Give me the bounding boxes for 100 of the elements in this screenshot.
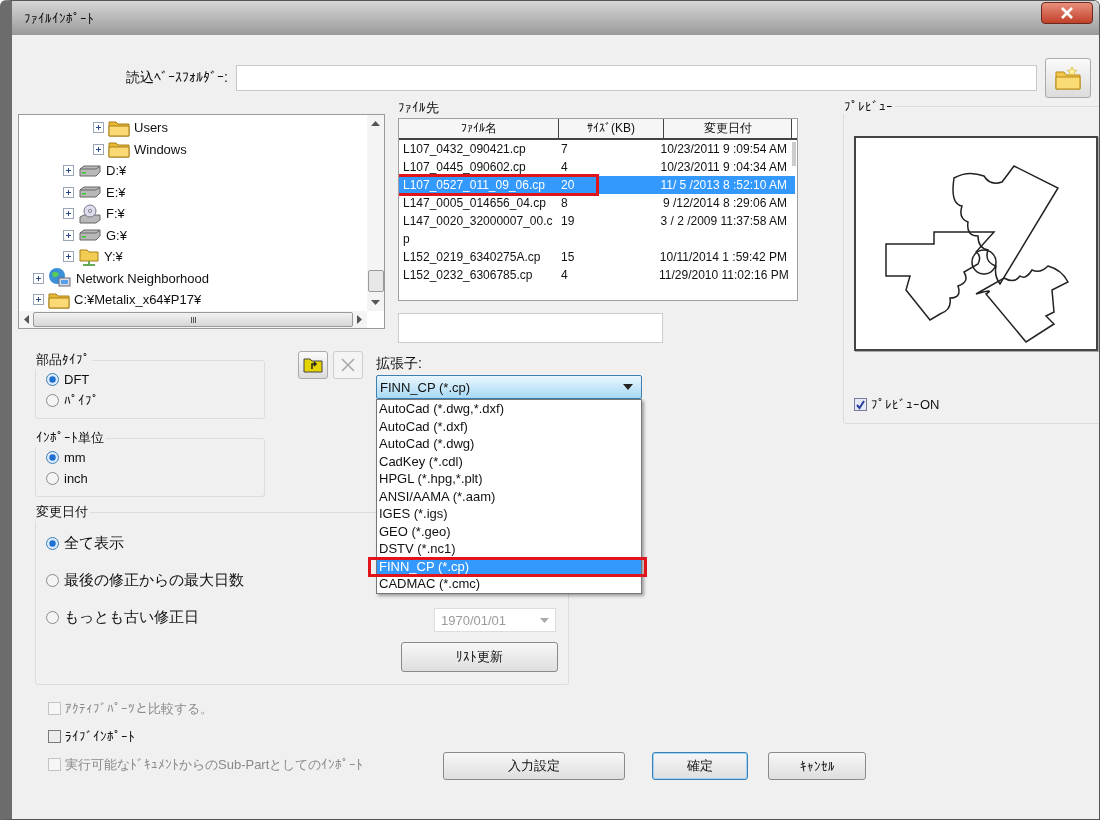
dropdown-option[interactable]: DSTV (*.nc1) [377,540,641,558]
dropdown-option[interactable]: AutoCad (*.dwg,*.dxf) [377,400,641,418]
tree-item[interactable]: Users [134,120,168,136]
radio-label[interactable]: inch [64,471,88,486]
table-cell-text: L147_0020_32000007_00.cp [402,213,554,248]
column-header[interactable]: ﾌｧｲﾙ名 [399,119,559,138]
scrollbar-thumb[interactable] [367,270,384,292]
group-label: 変更日付 [35,503,89,521]
file-list-label: ﾌｧｲﾙ先 [398,99,440,117]
table-row[interactable]: L147_0020_32000007_00.cp 19 3 / 2 /2009 11:37:58 AM [399,212,795,248]
checkbox-label[interactable]: ﾗｲﾌﾞｲﾝﾎﾟｰﾄ [65,729,135,744]
refresh-list-button[interactable]: ﾘｽﾄ更新 [401,642,558,672]
dropdown-option[interactable]: CadKey (*.cdl) [377,452,641,470]
checkbox-label[interactable]: ﾌﾟﾚﾋﾞｭｰON [871,397,940,412]
table-cell-text: L152_0232_6306785.cp [402,267,534,284]
radio-button[interactable] [46,574,59,587]
expand-icon[interactable] [63,208,74,220]
tree-item[interactable]: D:¥ [106,163,127,179]
dropdown-option[interactable]: GEO (*.geo) [377,522,641,540]
table-row[interactable]: L147_0005_014656_04.cp 8 9 /12/2014 8 :29:06 AM [399,194,795,212]
dropdown-option[interactable]: AutoCad (*.dwg) [377,435,641,453]
radio-button[interactable] [46,394,59,407]
radio-label[interactable]: 最後の修正からの最大日数 [64,571,244,590]
table-row[interactable]: L107_0445_090602.cp 4 10/23/2011 9 :04:34 AM [399,158,795,176]
close-icon [340,357,356,373]
scroll-left-icon[interactable] [23,315,29,324]
radio-label[interactable]: DFT [64,372,90,387]
radio-button[interactable] [46,373,59,386]
expand-icon[interactable] [93,122,104,134]
dropdown-option[interactable]: HPGL (*.hpg,*.plt) [377,470,641,488]
radio-label[interactable]: もっとも古い修正日 [64,608,199,627]
group-label: 部品ﾀｲﾌﾟ [35,351,91,369]
column-header[interactable]: ｻｲｽﾞ(KB) [559,119,664,138]
radio-button[interactable] [46,537,59,550]
table-row[interactable]: L107_0432_090421.cp 7 10/23/2011 9 :09:54 AM [399,140,795,158]
radio-button[interactable] [46,472,59,485]
tree-item[interactable]: Network Neighborhood [76,270,209,286]
table-cell-text: 4 [560,159,569,176]
expand-icon[interactable] [63,251,74,263]
group-label: ｲﾝﾎﾟｰﾄ単位 [35,429,105,447]
scrollbar-thumb[interactable] [792,142,796,166]
close-icon [1060,7,1074,19]
table-cell-text: L147_0005_014656_04.cp [402,195,547,212]
disc-drive-icon [78,203,102,224]
radio-label[interactable]: ﾊﾟｲﾌﾟ [64,393,99,408]
tree-item[interactable]: Windows [134,141,187,157]
scroll-right-icon[interactable] [357,315,363,324]
dropdown-option[interactable]: IGES (*.igs) [377,505,641,523]
tree-item[interactable]: F:¥ [106,206,125,222]
radio-button[interactable] [46,611,59,624]
expand-icon[interactable] [33,294,44,306]
expand-icon[interactable] [63,229,74,241]
dialog-button[interactable]: ｷｬﾝｾﾙ [768,752,866,780]
expand-icon[interactable] [63,165,74,177]
dropdown-option[interactable]: ANSI/AAMA (*.aam) [377,487,641,505]
tree-item[interactable]: G:¥ [106,227,127,243]
scroll-up-icon[interactable] [371,120,380,126]
tree-item[interactable]: Y:¥ [104,249,123,265]
browse-folder-button[interactable] [1045,58,1091,98]
folder-icon [1054,65,1082,91]
checkbox[interactable] [854,398,867,411]
expand-icon[interactable] [63,186,74,198]
close-button[interactable] [1041,2,1093,24]
scroll-down-icon[interactable] [371,300,380,306]
table-row[interactable]: L152_0232_6306785.cp 4 11/29/2010 11:02:16 PM [399,266,795,284]
dropdown-option[interactable]: AutoCad (*.dxf) [377,417,641,435]
table-row[interactable]: L152_0219_6340275A.cp 15 10/11/2014 1 :59:42 PM [399,248,795,266]
scrollbar-thumb[interactable] [33,312,353,327]
table-cell-text: L107_0527_011_09_06.cp [402,177,546,194]
file-name-field[interactable] [398,313,663,343]
tree-item[interactable]: E:¥ [106,184,126,200]
drive-icon [78,185,102,200]
table-cell-text: 3 / 2 /2009 11:37:58 AM [659,213,788,230]
table-cell-text: 10/11/2014 1 :59:42 PM [659,249,788,266]
folder-icon [108,140,130,159]
checkbox[interactable] [48,730,61,743]
horizontal-scrollbar[interactable] [19,311,367,328]
dropdown-option[interactable]: CADMAC (*.cmc) [377,575,641,593]
up-folder-icon [303,357,323,373]
dialog-button[interactable]: 確定 [652,752,748,780]
radio-button[interactable] [46,451,59,464]
table-cell-text: 20 [560,177,576,194]
extension-label: 拡張子: [376,354,423,373]
tree-item[interactable]: C:¥Metalix_x64¥P17¥ [74,292,202,308]
network-icon [48,267,72,290]
table-cell-text: 11/ 5 /2013 8 :52:10 AM [659,177,788,194]
expand-icon[interactable] [93,143,104,155]
vertical-scrollbar[interactable] [367,115,384,311]
radio-label[interactable]: mm [64,450,86,465]
column-header[interactable]: 変更日付 [664,119,792,138]
expand-icon[interactable] [33,272,44,284]
dialog-button[interactable]: 入力設定 [443,752,625,780]
table-cell-text: 15 [560,249,576,266]
table-cell-text: 8 [560,195,569,212]
base-folder-field[interactable] [236,65,1037,91]
radio-label[interactable]: 全て表示 [64,534,124,553]
up-folder-button[interactable] [298,351,328,379]
extension-dropdown[interactable]: FINN_CP (*.cp) [376,375,642,399]
table-cell-text: 4 [560,267,569,284]
table-cell-text: 11/29/2010 11:02:16 PM [659,267,790,284]
